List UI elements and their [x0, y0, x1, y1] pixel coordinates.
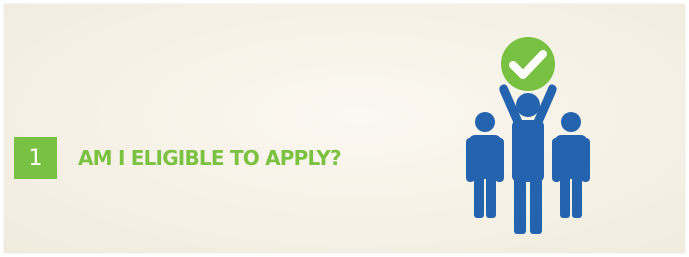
people-group-eligible-icon [466, 37, 590, 234]
checkmark-icon [501, 37, 555, 91]
right-person-icon [552, 112, 590, 218]
step-number-badge: 1 [14, 137, 57, 179]
eligibility-banner: 1 AM I ELIGIBLE TO APPLY? [4, 4, 685, 253]
step-number: 1 [28, 145, 43, 171]
eligibility-question-heading: AM I ELIGIBLE TO APPLY? [78, 146, 342, 170]
center-person-icon [499, 84, 557, 234]
left-person-icon [466, 112, 504, 218]
